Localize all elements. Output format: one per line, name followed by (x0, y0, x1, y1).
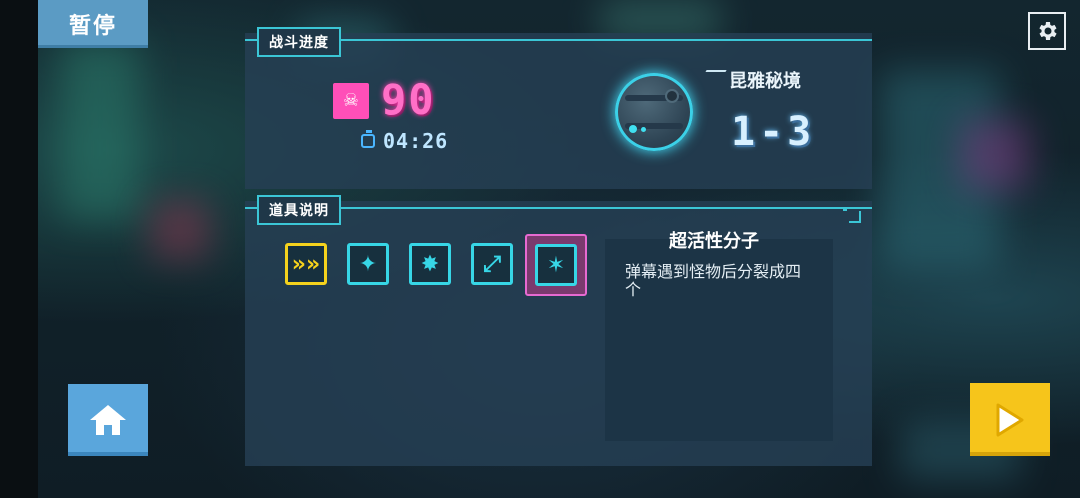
play-icon (996, 403, 1024, 436)
timer-icon (361, 130, 375, 148)
planet-spot (629, 125, 637, 133)
pause-title: 暂停 (38, 0, 148, 48)
battle-progress-panel: 战斗进度 ☠ 90 04:26 昆雅秘境 1-3 (245, 27, 872, 189)
elapsed-time: 04:26 (383, 129, 449, 153)
monster-kill-icon: ☠ (333, 83, 369, 119)
home-icon (90, 405, 126, 435)
item-info-panel: 道具说明 »» ✦ ✸ ⤢ ✶ 弹幕遇到怪物后分裂成四个 超活性分子 (245, 195, 872, 466)
play-button[interactable] (970, 383, 1050, 456)
battle-progress-label: 战斗进度 (257, 27, 341, 57)
item-title: 超活性分子 (669, 231, 759, 252)
stage-number: 1-3 (731, 109, 816, 155)
stage-name-marker (697, 70, 727, 86)
screen-edge (0, 0, 38, 498)
planet-crater (667, 91, 677, 101)
item-info-label: 道具说明 (257, 195, 341, 225)
split-molecule-icon: ✶ (535, 244, 577, 286)
corner-marker-icon (843, 207, 861, 223)
stage-name: 昆雅秘境 (729, 71, 801, 92)
explosion-icon: ✸ (420, 251, 440, 277)
arrow-diagonal-icon: ⤢ (483, 251, 501, 277)
item-description-box: 弹幕遇到怪物后分裂成四个 (605, 239, 833, 441)
planet-icon (615, 73, 693, 151)
item-split-molecule-selected[interactable]: ✶ (525, 234, 587, 296)
home-button[interactable] (68, 384, 148, 456)
shuriken-icon: ✦ (358, 251, 378, 277)
item-explosion[interactable]: ✸ (409, 243, 451, 285)
chevrons-icon: »» (291, 251, 321, 277)
item-shuriken[interactable]: ✦ (347, 243, 389, 285)
kill-count: 90 (381, 75, 436, 124)
planet-spot (641, 127, 646, 132)
gear-icon[interactable] (1028, 12, 1066, 50)
gear-icon-glyph (1039, 22, 1057, 40)
item-chevrons[interactable]: »» (285, 243, 327, 285)
item-arrow-diagonal[interactable]: ⤢ (471, 243, 513, 285)
split-molecule-glyph: ✶ (546, 252, 566, 278)
item-description: 弹幕遇到怪物后分裂成四个 (625, 262, 802, 299)
